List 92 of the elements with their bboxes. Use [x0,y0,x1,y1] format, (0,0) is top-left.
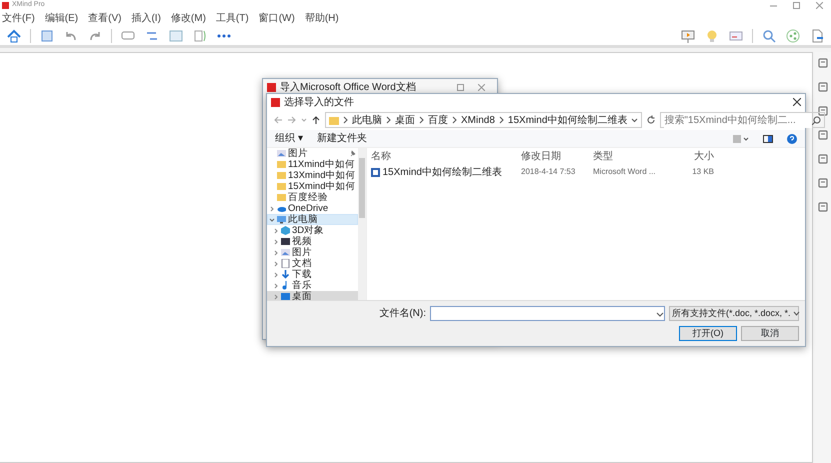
menu-item[interactable]: 修改(M) [170,11,206,26]
nav-item[interactable]: 下载 [267,269,358,280]
nav-item[interactable]: 桌面 [267,291,358,300]
nav-item[interactable]: 图片 [267,247,358,258]
back-icon[interactable] [273,115,283,125]
word-document-icon [371,168,380,176]
breadcrumb-item[interactable]: 百度 [428,112,448,128]
table-cell-text: 13 KB [691,166,715,178]
column-header[interactable]: 类型 [593,148,678,164]
refresh-icon[interactable] [646,115,656,125]
chevron-icon [452,116,457,124]
chevron-icon [419,116,424,124]
chevron-icon [498,116,504,124]
cloud-icon [277,204,286,213]
chevron-icon [386,116,391,124]
nav-item[interactable]: 图片 [267,148,358,159]
column-header[interactable]: 名称 [371,148,521,164]
desktop-icon [281,292,290,300]
chevron-right-icon[interactable] [273,250,279,256]
search-icon[interactable] [761,28,777,44]
breadcrumb-item[interactable]: 桌面 [395,112,415,128]
boundary-icon[interactable] [168,28,184,44]
chevron-right-icon[interactable] [273,282,279,288]
scrollbar[interactable] [358,148,366,300]
close-icon[interactable] [793,98,801,106]
menu-item[interactable]: 文件(F) [2,11,35,26]
file-name[interactable]: 15Xmind中如何绘制二维表 [382,164,502,180]
menu-item[interactable]: 帮助(H) [304,11,339,26]
nav-item[interactable]: 15Xmind中如何 [267,181,358,192]
nav-item[interactable]: 13Xmind中如何 [267,170,358,181]
chevron-down-icon[interactable] [269,216,275,222]
new-folder-button[interactable]: 新建文件夹 [316,131,367,146]
download-icon [281,270,290,279]
caret-icon[interactable] [792,310,800,317]
search-field[interactable]: 搜索"15Xmind中如何绘制二... [660,112,826,128]
chevron-right-icon[interactable] [269,206,275,212]
chevron-right-icon[interactable] [273,228,279,234]
chevron-right-icon[interactable] [273,238,279,244]
caret-icon[interactable] [631,116,638,124]
nav-item[interactable]: 文档 [267,258,358,269]
forward-icon[interactable] [287,115,297,125]
app-logo-icon [2,2,9,9]
column-header[interactable]: 修改日期 [521,148,593,164]
address-bar[interactable]: 此电脑 桌面 百度 XMind8 15Xmind中如何绘制二维表 [325,112,642,128]
breadcrumb-item[interactable]: XMind8 [461,112,495,128]
video-icon [281,237,290,246]
field-label: 文件名(N): [379,306,426,321]
maximize-icon[interactable] [457,84,464,90]
chevron-icon [343,116,348,124]
document-icon [281,259,290,268]
table-cell-text: Microsoft Word ... [593,166,657,178]
nav-item[interactable]: 视频 [267,236,358,247]
preview-pane-icon[interactable] [763,134,773,144]
menu-item[interactable]: 编辑(E) [44,11,78,26]
cancel-button[interactable]: 取消 [741,326,799,341]
nav-item[interactable]: 11Xmind中如何 [267,159,358,170]
dialog-title: 选择导入的文件 [284,96,354,110]
menu-item[interactable]: 窗口(W) [258,11,295,26]
share-icon[interactable] [785,28,801,44]
menu-item[interactable]: 插入(I) [131,11,161,26]
presentation-icon[interactable] [680,28,696,44]
help-icon[interactable] [787,134,797,144]
caret-icon[interactable] [656,310,664,318]
open-button[interactable]: 打开(O) [679,326,737,341]
search-icon[interactable] [812,116,822,124]
menu-item[interactable]: 查看(V) [88,11,122,26]
breadcrumb-item[interactable]: 15Xmind中如何绘制二维表 [508,112,628,128]
dialog-title: 导入Microsoft Office Word文档 [280,80,416,94]
file-type-select[interactable]: 所有支持文件(*.doc, *.docx, *. [669,306,799,321]
nav-item[interactable]: 此电脑 [267,214,358,225]
summary-icon[interactable] [192,28,208,44]
organize-button[interactable]: 组织 ▾ [275,131,303,146]
maximize-icon[interactable] [793,2,800,9]
up-icon[interactable] [311,115,321,125]
nav-item[interactable]: 百度经验 [267,192,358,203]
nav-item[interactable]: 3D对象 [267,225,358,236]
nav-item[interactable]: OneDrive [267,203,358,214]
pin-icon[interactable] [350,150,356,157]
view-icon[interactable] [733,134,749,144]
chevron-right-icon[interactable] [273,272,279,278]
home-icon[interactable] [6,28,22,44]
column-header[interactable]: 大小 [678,148,718,164]
nav-item[interactable]: 音乐 [267,280,358,291]
table-cell-text: 2018-4-14 7:53 [521,166,576,178]
chevron-right-icon[interactable] [273,260,279,266]
chevron-right-icon[interactable] [273,294,279,300]
breadcrumb-item[interactable]: 此电脑 [352,112,382,128]
folder-icon [329,116,339,124]
menu-item[interactable]: 工具(T) [216,11,249,26]
computer-icon [277,215,286,224]
filename-field[interactable] [430,306,665,321]
save-icon[interactable] [39,28,55,44]
